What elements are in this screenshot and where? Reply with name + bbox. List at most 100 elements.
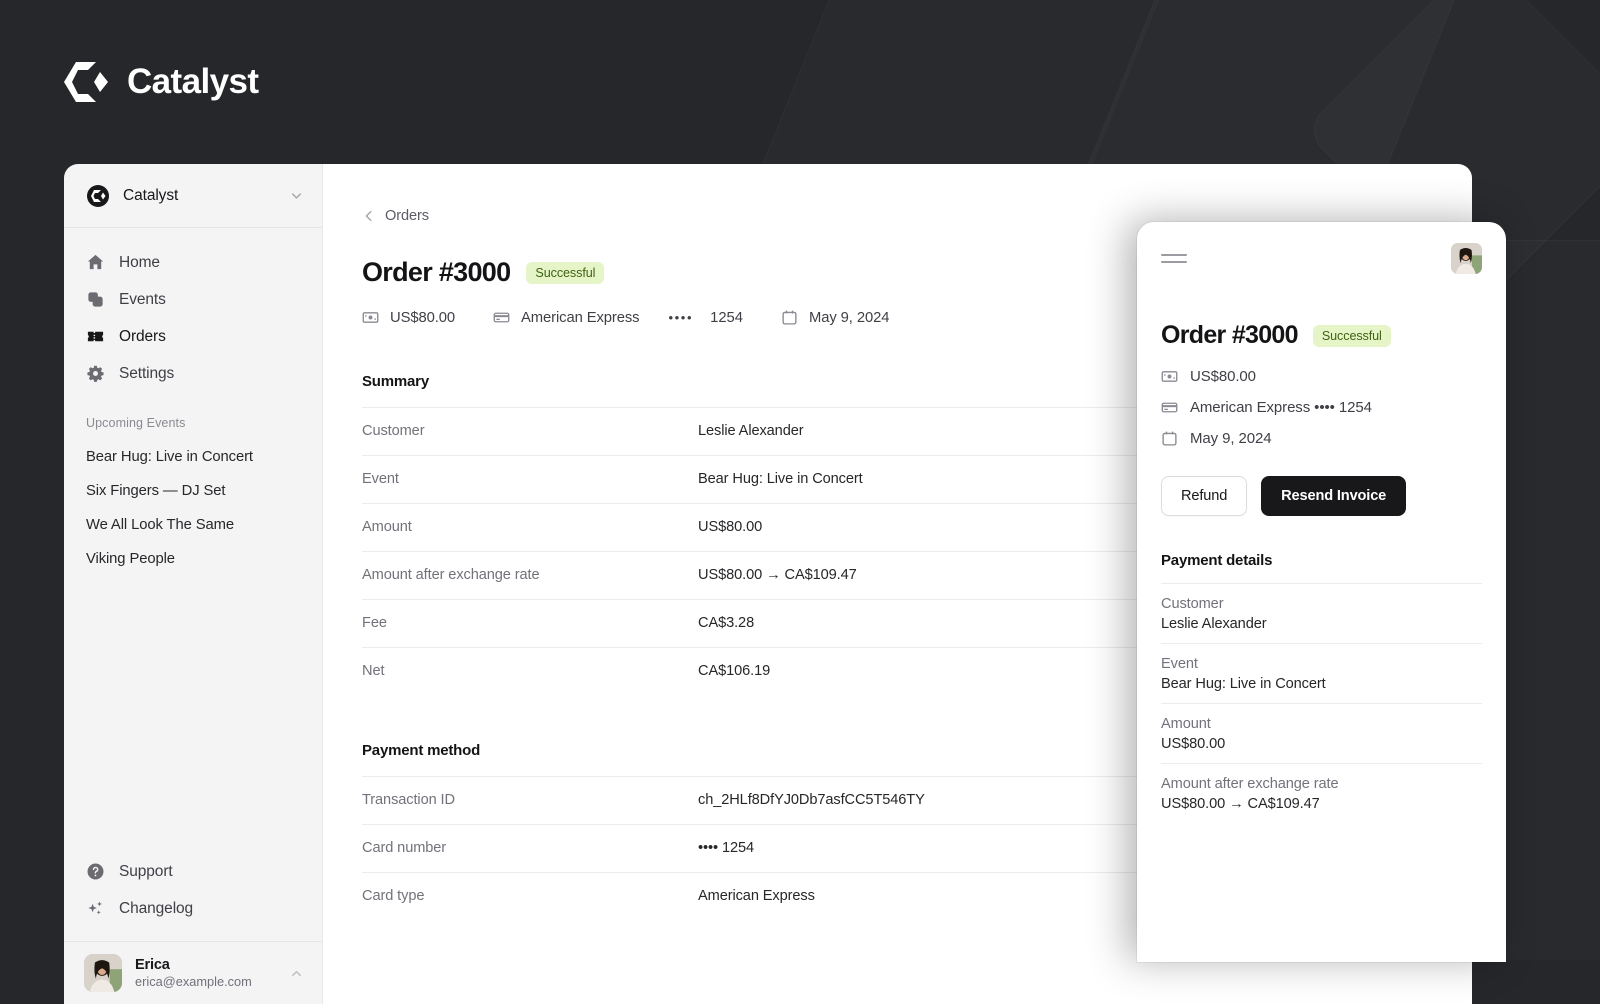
row-value: Bear Hug: Live in Concert	[698, 471, 863, 487]
meta-date-text: May 9, 2024	[809, 310, 889, 326]
row-value: Bear Hug: Live in Concert	[1161, 676, 1482, 692]
brand-logo: Catalyst	[64, 58, 258, 106]
sidebar-item-label: Support	[119, 863, 173, 881]
banknote-icon	[362, 309, 379, 326]
sidebar-item-label: Events	[119, 291, 166, 309]
status-badge: Successful	[526, 262, 604, 284]
catalyst-circle-mark-icon	[86, 184, 110, 208]
list-item: Customer Leslie Alexander	[1161, 583, 1482, 643]
refund-button[interactable]: Refund	[1161, 476, 1247, 516]
org-name: Catalyst	[123, 187, 276, 205]
row-value: CA$3.28	[698, 615, 754, 631]
meta-amount-text: US$80.00	[390, 310, 455, 326]
user-meta: Erica erica@example.com	[135, 957, 276, 989]
sidebar-item-orders[interactable]: Orders	[74, 318, 312, 355]
user-avatar-photo-icon	[1451, 243, 1482, 274]
upcoming-events-list: Bear Hug: Live in Concert Six Fingers — …	[64, 440, 322, 576]
row-value: US$80.00 → CA$109.47	[698, 567, 857, 583]
sidebar-item-label: Home	[119, 254, 160, 272]
meta-card-last4: 1254	[710, 310, 743, 326]
row-value: US$80.00 → CA$109.47	[1161, 796, 1482, 812]
resend-invoice-button[interactable]: Resend Invoice	[1261, 476, 1406, 516]
row-value: American Express	[698, 888, 815, 904]
row-label: Customer	[1161, 596, 1482, 612]
meta-amount-text: US$80.00	[1190, 368, 1256, 385]
meta-date-text: May 9, 2024	[1190, 430, 1271, 447]
mobile-order-header: Order #3000 Successful	[1161, 321, 1482, 350]
row-label: Amount	[362, 519, 698, 535]
row-label: Amount after exchange rate	[1161, 776, 1482, 792]
row-label: Amount after exchange rate	[362, 567, 698, 583]
list-item: Amount after exchange rate US$80.00 → CA…	[1161, 763, 1482, 823]
primary-navigation: Home Events Orders	[64, 228, 322, 392]
mobile-order-meta: US$80.00 American Express •••• 1254 May …	[1161, 368, 1482, 447]
list-item: Event Bear Hug: Live in Concert	[1161, 643, 1482, 703]
sidebar-spacer	[64, 576, 322, 853]
status-badge: Successful	[1313, 325, 1391, 347]
mobile-preview-panel: Order #3000 Successful US$80.00 American…	[1137, 222, 1506, 962]
payment-details-list: Customer Leslie Alexander Event Bear Hug…	[1161, 583, 1482, 823]
secondary-navigation: Support Changelog	[64, 853, 322, 941]
hamburger-menu-icon[interactable]	[1161, 245, 1187, 272]
chevron-left-icon	[362, 209, 376, 223]
user-email: erica@example.com	[135, 974, 276, 989]
chevron-up-icon	[289, 966, 304, 981]
avatar[interactable]	[1451, 243, 1482, 274]
breadcrumb-label: Orders	[385, 208, 429, 224]
row-label: Card type	[362, 888, 698, 904]
sidebar-item-settings[interactable]: Settings	[74, 355, 312, 392]
row-label: Event	[362, 471, 698, 487]
row-label: Card number	[362, 840, 698, 856]
card-dots: ••••	[668, 310, 693, 325]
sidebar-item-changelog[interactable]: Changelog	[74, 890, 312, 927]
row-value: Leslie Alexander	[698, 423, 804, 439]
row-value: CA$106.19	[698, 663, 770, 679]
sparkles-icon	[86, 899, 105, 918]
row-value: •••• 1254	[698, 840, 754, 856]
mobile-action-buttons: Refund Resend Invoice	[1161, 476, 1482, 516]
row-value: ch_2HLf8DfYJ0Db7asfCC5T546TY	[698, 792, 925, 808]
event-list-item[interactable]: Viking People	[64, 542, 322, 576]
meta-card: American Express •••• 1254	[493, 309, 743, 326]
payment-details-heading: Payment details	[1161, 552, 1482, 569]
chevron-down-icon	[289, 188, 304, 203]
user-name: Erica	[135, 957, 276, 973]
meta-date: May 9, 2024	[781, 309, 889, 326]
question-circle-icon	[86, 862, 105, 881]
brand-name: Catalyst	[127, 62, 258, 102]
row-value: US$80.00	[1161, 736, 1482, 752]
breadcrumb[interactable]: Orders	[362, 208, 429, 224]
page-title: Order #3000	[1161, 321, 1298, 350]
meta-date: May 9, 2024	[1161, 430, 1482, 447]
meta-amount: US$80.00	[362, 309, 455, 326]
sidebar-item-label: Orders	[119, 328, 166, 346]
sidebar-item-label: Changelog	[119, 900, 193, 918]
meta-card-brand: American Express	[521, 310, 639, 326]
list-item: Amount US$80.00	[1161, 703, 1482, 763]
event-list-item[interactable]: We All Look The Same	[64, 508, 322, 542]
row-label: Event	[1161, 656, 1482, 672]
sidebar-item-label: Settings	[119, 365, 174, 383]
row-label: Amount	[1161, 716, 1482, 732]
mobile-topbar	[1161, 222, 1482, 294]
event-list-item[interactable]: Bear Hug: Live in Concert	[64, 440, 322, 474]
event-list-item[interactable]: Six Fingers — DJ Set	[64, 474, 322, 508]
sidebar: Catalyst Home Events	[64, 164, 323, 1004]
row-label: Fee	[362, 615, 698, 631]
row-label: Net	[362, 663, 698, 679]
upcoming-events-heading: Upcoming Events	[64, 392, 322, 440]
sidebar-item-support[interactable]: Support	[74, 853, 312, 890]
squares-icon	[86, 290, 105, 309]
home-icon	[86, 253, 105, 272]
org-switcher[interactable]: Catalyst	[64, 164, 322, 228]
row-value: Leslie Alexander	[1161, 616, 1482, 632]
user-account-menu[interactable]: Erica erica@example.com	[64, 941, 322, 1004]
row-value: US$80.00	[698, 519, 762, 535]
row-label: Transaction ID	[362, 792, 698, 808]
sidebar-item-events[interactable]: Events	[74, 281, 312, 318]
meta-card: American Express •••• 1254	[1161, 399, 1482, 416]
catalyst-hex-logo-icon	[64, 58, 108, 106]
ticket-icon	[86, 327, 105, 346]
sidebar-item-home[interactable]: Home	[74, 244, 312, 281]
calendar-icon	[781, 309, 798, 326]
